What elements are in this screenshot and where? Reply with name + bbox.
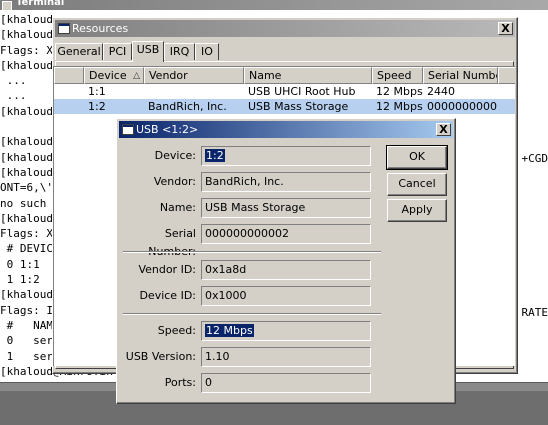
speed-field[interactable]: 12 Mbps [201,321,371,341]
tab-general[interactable]: General [55,43,103,60]
terminal-titlebar[interactable]: Terminal [0,0,548,10]
usb-dialog-titlebar[interactable]: USB <1:2> X [119,121,453,138]
terminal-fragment-cgd: +CGD [522,152,548,165]
ports-label: Ports: [117,374,196,392]
column-device-label: Device [89,69,127,82]
terminal-fragment-rate: RATE [522,306,548,319]
device-label: Device: [117,147,196,165]
column-header-name[interactable]: Name [244,67,372,84]
tab-io[interactable]: IO [195,43,219,60]
cancel-button[interactable]: Cancel [387,173,447,196]
vendor-field[interactable]: BandRich, Inc. [201,172,371,192]
cell-name: USB UHCI Root Hub [244,84,372,99]
cell-speed: 12 Mbps [372,99,423,114]
serial-number-label: Serial Number: [117,225,196,243]
separator [123,313,381,315]
tab-pci[interactable]: PCI [103,43,132,60]
column-header-speed[interactable]: Speed [372,67,423,84]
cell-speed: 12 Mbps [372,84,423,99]
sort-ascending-icon: △ [133,68,140,84]
usb-version-field[interactable]: 1.10 [201,347,371,367]
column-header-device[interactable]: Device △ [84,67,144,84]
resources-titlebar[interactable]: Resources X [55,20,515,37]
cell-device: 1:1 [84,84,144,99]
usb-dialog-title: USB <1:2> [136,121,198,138]
name-label: Name: [117,199,196,217]
cell-device: 1:2 [84,99,144,114]
apply-button[interactable]: Apply [387,199,447,222]
usb-dialog-close-button[interactable]: X [436,123,451,136]
device-id-field[interactable]: 0x1000 [201,286,371,306]
cell-serial: 0000000000... [423,99,498,114]
vendor-label: Vendor: [117,173,196,191]
speed-value: 12 Mbps [205,324,254,337]
table-header: Device △ Vendor Name Speed Serial Number [54,67,515,84]
serial-number-field[interactable]: 000000000002 [201,224,371,244]
terminal-title: Terminal [16,0,64,8]
speed-label: Speed: [117,322,196,340]
vendor-id-label: Vendor ID: [117,261,196,279]
column-header-vendor[interactable]: Vendor [144,67,244,84]
cell-vendor [144,84,244,99]
cell-vendor: BandRich, Inc. [144,99,244,114]
resources-title: Resources [72,20,128,37]
window-icon [58,23,70,34]
window-icon [122,124,134,135]
table-row[interactable]: 1:1 USB UHCI Root Hub 12 Mbps 2440 [54,84,515,99]
separator [123,251,381,253]
device-id-label: Device ID: [117,287,196,305]
usb-properties-dialog: USB <1:2> X Device: 1:2 Vendor: BandRich… [116,118,456,404]
vendor-id-field[interactable]: 0x1a8d [201,260,371,280]
tab-irq[interactable]: IRQ [164,43,195,60]
column-header-filler [498,67,515,84]
table-row-selected[interactable]: 1:2 BandRich, Inc. USB Mass Storage 12 M… [54,99,515,114]
device-field[interactable]: 1:2 [201,146,371,166]
column-header-serial[interactable]: Serial Number [423,67,498,84]
usb-version-label: USB Version: [117,348,196,366]
ports-field[interactable]: 0 [201,373,371,393]
ok-button[interactable]: OK [387,146,447,169]
device-value: 1:2 [205,149,225,162]
column-header-blank [54,67,84,84]
resources-close-button[interactable]: X [498,22,513,35]
tab-usb[interactable]: USB [132,41,164,62]
name-field[interactable]: USB Mass Storage [201,198,371,218]
cell-serial: 2440 [423,84,498,99]
cell-name: USB Mass Storage [244,99,372,114]
